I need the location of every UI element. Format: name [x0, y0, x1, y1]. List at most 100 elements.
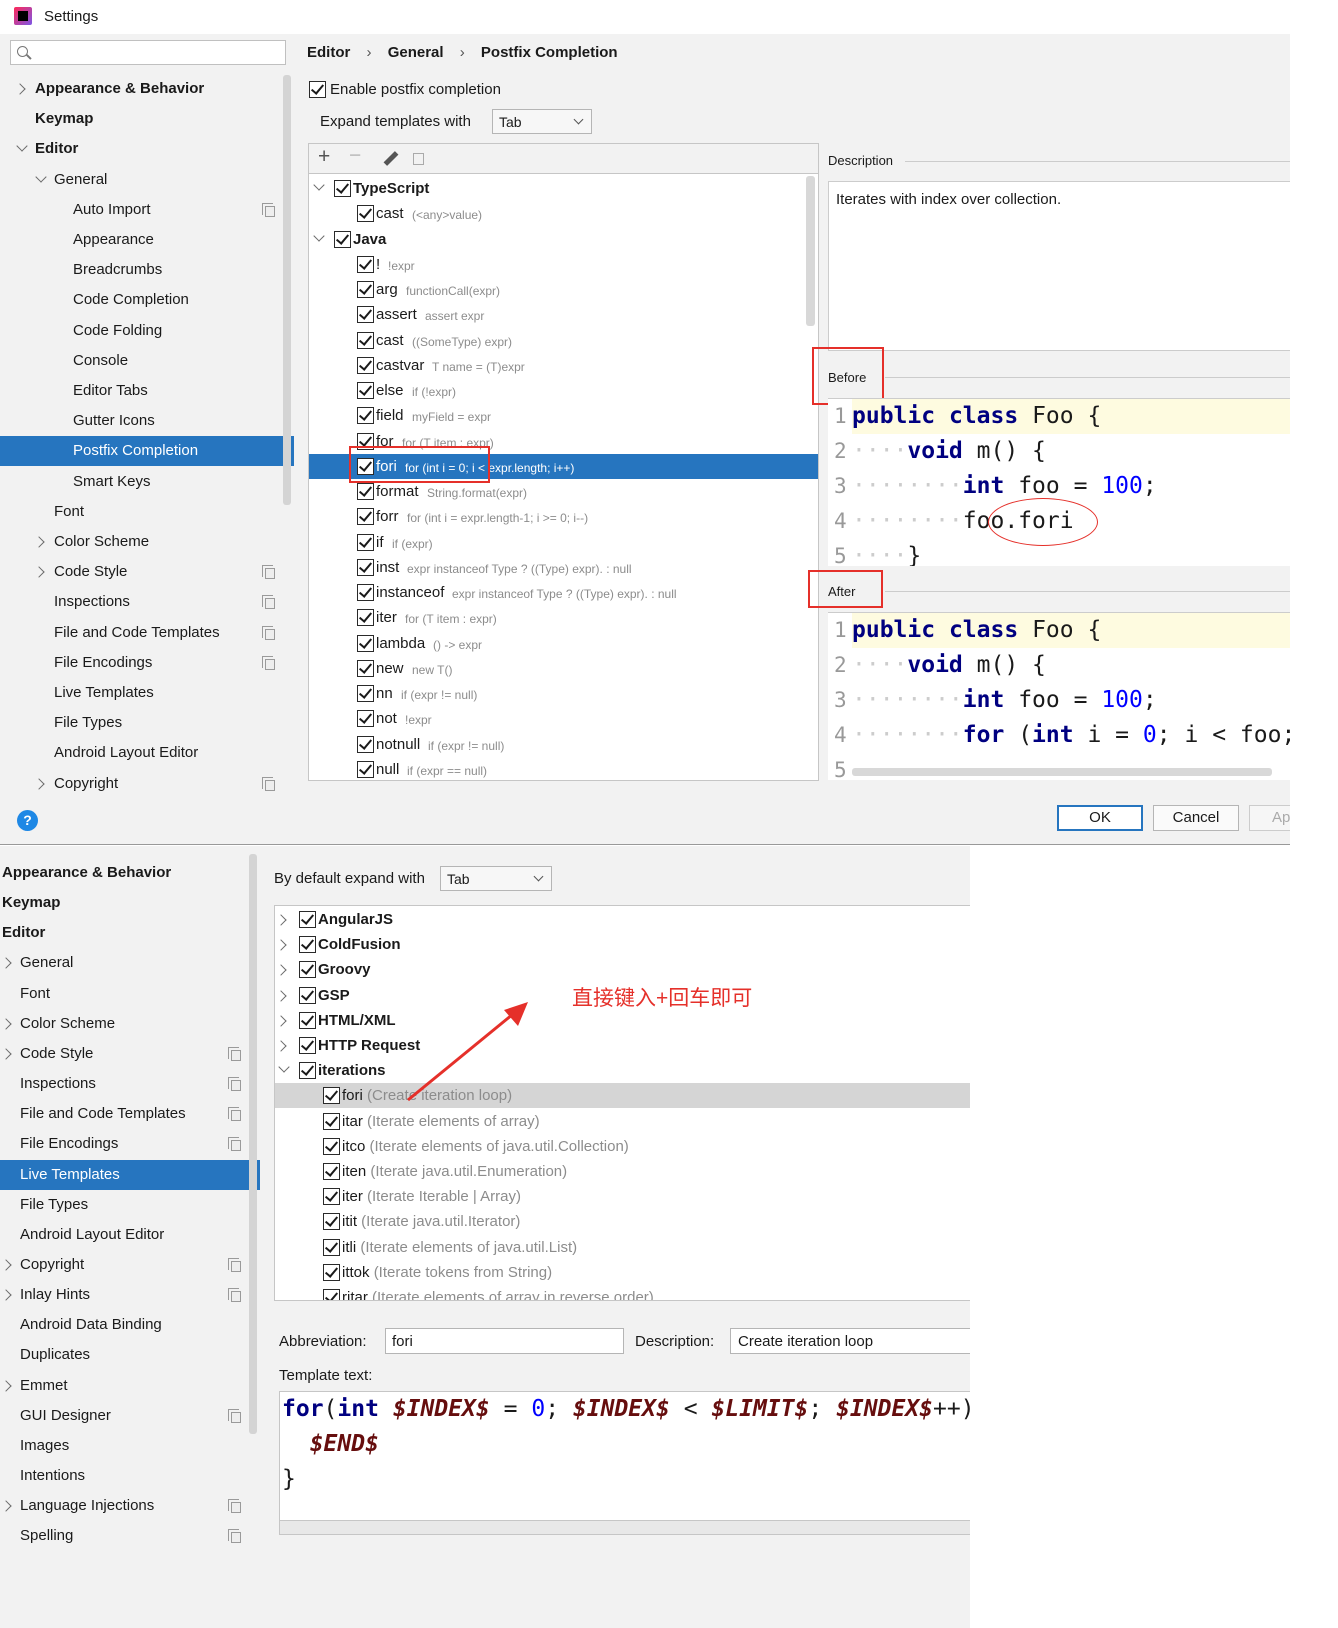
bottom-sidebar-item-copyright[interactable]: Copyright	[0, 1250, 260, 1280]
template-checkbox[interactable]	[357, 634, 374, 652]
template-checkbox[interactable]	[323, 1289, 340, 1300]
sidebar-item-code-folding[interactable]: Code Folding	[0, 316, 294, 346]
chevron-right-icon[interactable]	[275, 939, 287, 951]
sidebar-item-postfix-completion[interactable]: Postfix Completion	[0, 436, 294, 467]
group-checkbox[interactable]	[299, 911, 316, 928]
sidebar-item-keymap[interactable]: Keymap	[0, 104, 294, 134]
sidebar-scrollbar[interactable]	[283, 75, 291, 505]
sidebar-scrollbar-bottom[interactable]	[249, 854, 257, 1434]
bottom-sidebar-item-color-scheme[interactable]: Color Scheme	[0, 1009, 260, 1039]
tree-group-typescript[interactable]: TypeScript	[309, 176, 818, 201]
template-checkbox[interactable]	[323, 1238, 340, 1256]
tree-item-cast[interactable]: cast ((SomeType) expr)	[309, 328, 818, 353]
template-checkbox[interactable]	[357, 685, 374, 702]
sidebar-item-live-templates[interactable]: Live Templates	[0, 678, 294, 708]
bottom-sidebar-item-inspections[interactable]: Inspections	[0, 1069, 260, 1099]
bottom-sidebar-item-intentions[interactable]: Intentions	[0, 1461, 260, 1491]
live-template-ritar[interactable]: ritar (Iterate elements of array in reve…	[275, 1285, 970, 1300]
tree-group-java[interactable]: Java	[309, 227, 818, 252]
enable-postfix-checkbox[interactable]	[309, 81, 326, 98]
tree-item-iter[interactable]: iter for (T item : expr)	[309, 605, 818, 630]
bottom-sidebar-item-file-types[interactable]: File Types	[0, 1190, 260, 1220]
sidebar-item-appearance[interactable]: Appearance	[0, 225, 294, 255]
template-checkbox[interactable]	[357, 508, 374, 526]
bottom-sidebar-item-duplicates[interactable]: Duplicates	[0, 1340, 260, 1370]
sidebar-item-appearance-behavior[interactable]: Appearance & Behavior	[0, 74, 294, 104]
tree-item-instanceof[interactable]: instanceof expr instanceof Type ? ((Type)…	[309, 580, 818, 605]
group-checkbox[interactable]	[299, 1062, 316, 1080]
sidebar-item-font[interactable]: Font	[0, 497, 294, 527]
chevron-down-icon[interactable]	[313, 229, 325, 242]
tree-item-nn[interactable]: nn if (expr != null)	[309, 681, 818, 706]
sidebar-item-gutter-icons[interactable]: Gutter Icons	[0, 406, 294, 436]
bottom-sidebar-item-language-injections[interactable]: Language Injections	[0, 1491, 260, 1521]
template-checkbox[interactable]	[357, 558, 374, 576]
sidebar-item-file-types[interactable]: File Types	[0, 708, 294, 738]
template-checkbox[interactable]	[323, 1112, 340, 1130]
tree-item-[interactable]: ! !expr	[309, 252, 818, 277]
tree-item-else[interactable]: else if (!expr)	[309, 378, 818, 403]
template-checkbox[interactable]	[323, 1137, 340, 1155]
template-checkbox[interactable]	[357, 331, 374, 349]
cancel-button[interactable]: Cancel	[1153, 805, 1239, 831]
template-checkbox[interactable]	[323, 1188, 340, 1206]
bottom-sidebar-item-spelling[interactable]: Spelling	[0, 1521, 260, 1551]
sidebar-item-code-style[interactable]: Code Style	[0, 557, 294, 587]
sidebar-item-editor[interactable]: Editor	[0, 134, 294, 164]
chevron-right-icon[interactable]	[33, 536, 45, 548]
breadcrumb-editor[interactable]: Editor	[307, 44, 350, 61]
template-checkbox[interactable]	[357, 659, 374, 677]
chevron-down-icon[interactable]	[313, 179, 325, 191]
template-checkbox[interactable]	[357, 483, 374, 500]
sidebar-item-inspections[interactable]: Inspections	[0, 587, 294, 617]
tree-item-new[interactable]: new new T()	[309, 656, 818, 681]
tree-item-assert[interactable]: assert assert expr	[309, 302, 818, 327]
after-hscrollbar[interactable]	[852, 768, 1272, 776]
template-checkbox[interactable]	[357, 306, 374, 324]
template-checkbox[interactable]	[357, 281, 374, 298]
tree-item-if[interactable]: if if (expr)	[309, 530, 818, 555]
bottom-sidebar-item-keymap[interactable]: Keymap	[0, 888, 260, 918]
template-checkbox[interactable]	[357, 356, 374, 374]
group-checkbox[interactable]	[299, 1037, 316, 1054]
chevron-right-icon[interactable]	[0, 1259, 12, 1271]
bottom-sidebar-item-inlay-hints[interactable]: Inlay Hints	[0, 1280, 260, 1310]
chevron-right-icon[interactable]	[275, 964, 287, 977]
search-input[interactable]	[10, 40, 286, 65]
apply-button[interactable]: Ap	[1249, 805, 1290, 831]
group-checkbox[interactable]	[299, 986, 316, 1004]
group-checkbox[interactable]	[299, 961, 316, 979]
live-template-fori[interactable]: fori (Create iteration loop)	[275, 1083, 970, 1109]
tree-item-field[interactable]: field myField = expr	[309, 403, 818, 428]
live-template-itar[interactable]: itar (Iterate elements of array)	[275, 1109, 970, 1134]
template-checkbox[interactable]	[334, 180, 351, 197]
template-group-coldfusion[interactable]: ColdFusion	[275, 932, 970, 957]
tree-item-null[interactable]: null if (expr == null)	[309, 757, 818, 780]
live-template-itco[interactable]: itco (Iterate elements of java.util.Coll…	[275, 1134, 970, 1159]
sidebar-item-editor-tabs[interactable]: Editor Tabs	[0, 376, 294, 406]
template-checkbox[interactable]	[357, 533, 374, 551]
template-checkbox[interactable]	[357, 382, 374, 399]
bottom-sidebar-item-appearance-behavior[interactable]: Appearance & Behavior	[0, 858, 260, 888]
tree-item-forr[interactable]: forr for (int i = expr.length-1; i >= 0; …	[309, 504, 818, 529]
description-input[interactable]: Create iteration loop	[730, 1328, 970, 1354]
chevron-right-icon[interactable]	[0, 1018, 12, 1030]
bottom-sidebar-item-android-data-binding[interactable]: Android Data Binding	[0, 1310, 260, 1340]
chevron-right-icon[interactable]	[0, 1048, 12, 1060]
bottom-sidebar-item-emmet[interactable]: Emmet	[0, 1371, 260, 1401]
help-button[interactable]: ?	[17, 810, 38, 831]
tree-item-inst[interactable]: inst expr instanceof Type ? ((Type) expr)…	[309, 555, 818, 580]
sidebar-item-code-completion[interactable]: Code Completion	[0, 285, 294, 315]
abbreviation-input[interactable]: fori	[385, 1328, 624, 1354]
sidebar-item-auto-import[interactable]: Auto Import	[0, 195, 294, 225]
default-expand-select[interactable]: Tab	[440, 866, 552, 891]
chevron-right-icon[interactable]	[33, 777, 45, 790]
tree-item-castvar[interactable]: castvar T name = (T)expr	[309, 353, 818, 378]
sidebar-item-color-scheme[interactable]: Color Scheme	[0, 527, 294, 557]
edit-icon[interactable]	[383, 151, 399, 166]
bottom-sidebar-item-gui-designer[interactable]: GUI Designer	[0, 1401, 260, 1431]
live-template-iter[interactable]: iter (Iterate Iterable | Array)	[275, 1184, 970, 1209]
ok-button[interactable]: OK	[1057, 805, 1143, 831]
bottom-sidebar-item-general[interactable]: General	[0, 948, 260, 978]
group-checkbox[interactable]	[299, 936, 316, 954]
